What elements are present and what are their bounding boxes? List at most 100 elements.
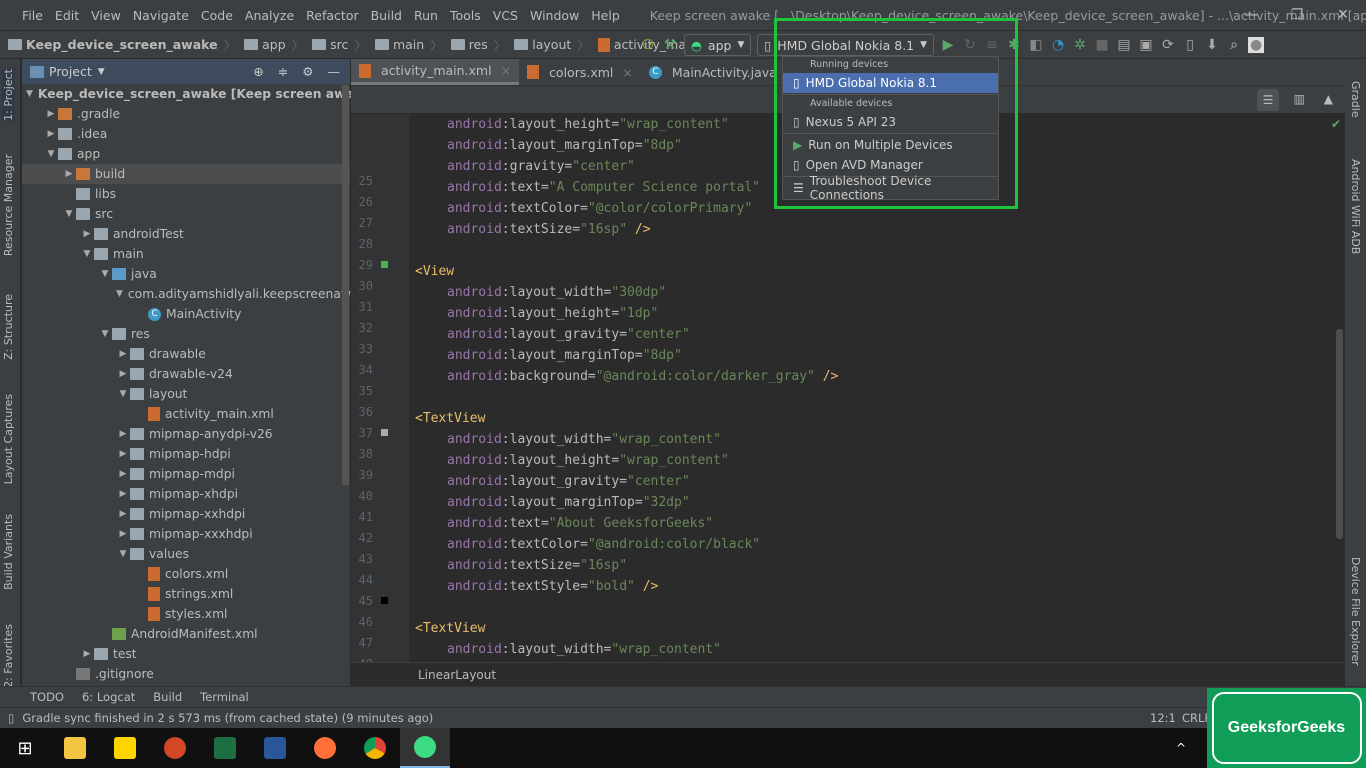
chevron-right-icon[interactable]: ▶ bbox=[44, 129, 58, 139]
collapse-all-icon[interactable]: ≑ bbox=[278, 64, 288, 79]
start-button[interactable]: ⊞ bbox=[0, 728, 50, 768]
chevron-right-icon[interactable]: ▶ bbox=[116, 469, 130, 479]
menu-view[interactable]: View bbox=[85, 8, 127, 23]
breadcrumb-item[interactable]: app 〉 bbox=[236, 35, 304, 54]
tab-activity_main-xml[interactable]: activity_main.xml × bbox=[351, 59, 520, 85]
attach-debugger-icon[interactable]: ✲ bbox=[1072, 37, 1088, 53]
gradle-sync-icon[interactable]: ⟳ bbox=[1160, 37, 1176, 53]
tree-item[interactable]: ▶ .idea bbox=[22, 124, 350, 144]
coverage-icon[interactable]: ◧ bbox=[1028, 37, 1044, 53]
chevron-down-icon[interactable]: ▼ bbox=[26, 89, 33, 99]
tree-item[interactable]: ▼ java bbox=[22, 264, 350, 284]
tree-item[interactable]: ▶ mipmap-xxhdpi bbox=[22, 504, 350, 524]
chevron-right-icon[interactable]: ▶ bbox=[116, 349, 130, 359]
design-view-icon[interactable]: ▲ bbox=[1324, 92, 1333, 106]
tree-item[interactable]: ▶ mipmap-mdpi bbox=[22, 464, 350, 484]
editor-scrollbar[interactable] bbox=[1336, 329, 1343, 539]
caret-position[interactable]: 12:1 bbox=[1150, 711, 1176, 725]
tree-item[interactable]: ▼ layout bbox=[22, 384, 350, 404]
bottom-tool-build[interactable]: Build bbox=[153, 690, 182, 704]
bottom-tool-terminal[interactable]: Terminal bbox=[200, 690, 249, 704]
tree-item[interactable]: ▼ Keep_device_screen_awake [Keep screen a… bbox=[22, 84, 407, 104]
android-wifi-adb-icon[interactable]: ⚇ bbox=[640, 37, 656, 53]
tree-item[interactable]: ▶ drawable bbox=[22, 344, 350, 364]
chevron-right-icon[interactable]: ▶ bbox=[44, 109, 58, 119]
tree-item[interactable]: strings.xml bbox=[22, 584, 350, 604]
chevron-right-icon[interactable]: ▶ bbox=[80, 229, 94, 239]
editor-breadcrumb[interactable]: LinearLayout bbox=[351, 662, 1345, 686]
taskbar-chrome[interactable] bbox=[350, 728, 400, 768]
tool-window-0[interactable]: 1: Project bbox=[2, 69, 15, 121]
chevron-right-icon[interactable]: ▶ bbox=[116, 509, 130, 519]
split-view-icon[interactable]: ▥ bbox=[1294, 92, 1305, 106]
tree-item[interactable]: ▶ androidTest bbox=[22, 224, 350, 244]
chevron-down-icon[interactable]: ▼ bbox=[62, 209, 76, 219]
project-structure-icon[interactable]: ▤ bbox=[1116, 37, 1132, 53]
taskbar-firefox[interactable] bbox=[300, 728, 350, 768]
tool-window-right-2[interactable]: Device File Explorer bbox=[1349, 557, 1362, 666]
tree-item[interactable]: .gitignore bbox=[22, 664, 350, 684]
tree-item[interactable]: ▶ drawable-v24 bbox=[22, 364, 350, 384]
stop-icon[interactable]: ■ bbox=[1094, 37, 1110, 53]
profiler-icon[interactable]: ◔ bbox=[1050, 37, 1066, 53]
tree-item[interactable]: ▶ .gradle bbox=[22, 104, 350, 124]
chevron-right-icon[interactable]: ▶ bbox=[80, 649, 94, 659]
project-view-select[interactable]: Project bbox=[49, 64, 92, 79]
tree-item[interactable]: activity_main.xml bbox=[22, 404, 350, 424]
minimize-button[interactable]: — bbox=[1228, 0, 1274, 30]
run-config-select[interactable]: ◓ app ▼ bbox=[684, 34, 752, 56]
menu-help[interactable]: Help bbox=[585, 8, 626, 23]
chevron-down-icon[interactable]: ▼ bbox=[116, 289, 123, 299]
tree-item[interactable]: ▼ main bbox=[22, 244, 350, 264]
menu-edit[interactable]: Edit bbox=[49, 8, 85, 23]
breadcrumb-item[interactable]: layout 〉 bbox=[506, 35, 590, 54]
menu-code[interactable]: Code bbox=[195, 8, 239, 23]
tree-item[interactable]: AndroidManifest.xml bbox=[22, 624, 350, 644]
search-icon[interactable]: ⌕ bbox=[1226, 37, 1242, 53]
chevron-right-icon[interactable]: ▶ bbox=[116, 449, 130, 459]
hammer-build-icon[interactable]: ⚒ bbox=[662, 37, 678, 53]
tray-chevron-icon[interactable]: ^ bbox=[1176, 741, 1186, 755]
code-view-icon[interactable]: ☰ bbox=[1257, 89, 1279, 111]
tool-window-right-0[interactable]: Gradle bbox=[1349, 81, 1362, 118]
close-tab-icon[interactable]: × bbox=[622, 65, 632, 80]
tree-item[interactable]: C MainActivity bbox=[22, 304, 350, 324]
hide-icon[interactable]: — bbox=[328, 64, 341, 79]
taskbar-powerpoint[interactable] bbox=[150, 728, 200, 768]
close-button[interactable]: ✕ bbox=[1320, 0, 1366, 30]
chevron-down-icon[interactable]: ▼ bbox=[116, 549, 130, 559]
project-scrollbar[interactable] bbox=[342, 85, 349, 485]
tool-window-4[interactable]: Build Variants bbox=[2, 514, 15, 590]
tree-item[interactable]: ▼ res bbox=[22, 324, 350, 344]
tree-item[interactable]: ▼ com.adityamshidlyali.keepscreenawak bbox=[22, 284, 366, 304]
breadcrumb-item[interactable]: res 〉 bbox=[443, 35, 506, 54]
tree-item[interactable]: styles.xml bbox=[22, 604, 350, 624]
breadcrumb-item[interactable]: src 〉 bbox=[304, 35, 367, 54]
menu-analyze[interactable]: Analyze bbox=[239, 8, 300, 23]
tree-item[interactable]: libs bbox=[22, 184, 350, 204]
taskbar-file-explorer[interactable] bbox=[50, 728, 100, 768]
terminal-icon[interactable]: ▣ bbox=[1138, 37, 1154, 53]
tree-item[interactable]: ▶ mipmap-xhdpi bbox=[22, 484, 350, 504]
chevron-right-icon[interactable]: ▶ bbox=[116, 369, 130, 379]
menu-navigate[interactable]: Navigate bbox=[127, 8, 195, 23]
bottom-tool-6-logcat[interactable]: 6: Logcat bbox=[82, 690, 135, 704]
chevron-right-icon[interactable]: ▶ bbox=[116, 429, 130, 439]
bottom-tool-todo[interactable]: TODO bbox=[30, 690, 64, 704]
chevron-down-icon[interactable]: ▼ bbox=[80, 249, 94, 259]
chevron-down-icon[interactable]: ▼ bbox=[98, 329, 112, 339]
tree-item[interactable]: ▶ build bbox=[22, 164, 350, 184]
taskbar-excel[interactable] bbox=[200, 728, 250, 768]
chevron-right-icon[interactable]: ▶ bbox=[62, 169, 76, 179]
tree-item[interactable]: ▼ src bbox=[22, 204, 350, 224]
menu-run[interactable]: Run bbox=[408, 8, 444, 23]
taskbar-word[interactable] bbox=[250, 728, 300, 768]
restore-button[interactable]: ❐ bbox=[1274, 0, 1320, 30]
avd-manager-icon[interactable]: ▯ bbox=[1182, 37, 1198, 53]
menu-tools[interactable]: Tools bbox=[444, 8, 487, 23]
tool-window-3[interactable]: Layout Captures bbox=[2, 394, 15, 484]
menu-build[interactable]: Build bbox=[365, 8, 408, 23]
tab-colors-xml[interactable]: colors.xml × bbox=[519, 59, 641, 85]
locate-icon[interactable]: ⊕ bbox=[253, 64, 263, 79]
tree-item[interactable]: ▶ mipmap-anydpi-v26 bbox=[22, 424, 350, 444]
